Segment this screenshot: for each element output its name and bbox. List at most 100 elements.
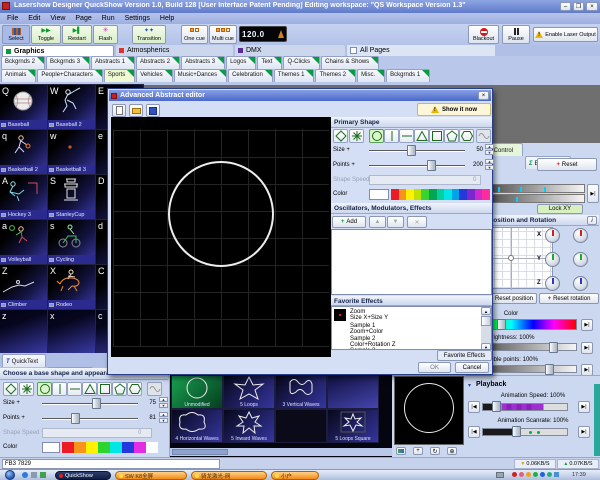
anim-scanrate-slider[interactable]: [482, 428, 568, 436]
cue-cycling[interactable]: s Cycling: [48, 220, 95, 264]
cue-empty[interactable]: x: [48, 310, 95, 354]
menu-edit[interactable]: Edit: [24, 15, 44, 22]
move-up-button[interactable]: ▲: [369, 216, 386, 228]
swatch[interactable]: [62, 442, 74, 453]
cue-volleyball[interactable]: a Volleyball: [0, 220, 47, 264]
dlg-points-track[interactable]: [369, 165, 465, 167]
start-button[interactable]: [5, 470, 15, 480]
knob-x-coarse[interactable]: [545, 228, 560, 243]
quicklaunch-explorer-icon[interactable]: [31, 472, 37, 478]
tab-vehicles[interactable]: Vehicles: [136, 69, 172, 82]
multi-cue-button[interactable]: Multi cue: [209, 25, 237, 44]
dialog-new-button[interactable]: [112, 104, 126, 117]
tab-qclicks[interactable]: Q-Clicks: [283, 56, 320, 69]
color-slider-thumb[interactable]: [497, 319, 506, 330]
qs-points-down[interactable]: ▼: [159, 418, 168, 423]
dlg-shape-triangle[interactable]: [414, 129, 429, 143]
info-button[interactable]: i: [587, 216, 597, 225]
anim-speed-fwd-button[interactable]: ▶|: [578, 401, 590, 413]
swatch[interactable]: [437, 189, 445, 200]
tab-dmx[interactable]: DMX: [235, 45, 345, 56]
knob-z-fine[interactable]: [573, 276, 588, 291]
tab-people-characters[interactable]: People+Characters: [37, 69, 103, 82]
tab-sports[interactable]: Sports: [104, 69, 135, 82]
knob-y-coarse[interactable]: [545, 252, 560, 267]
qs-size-up[interactable]: ▲: [159, 397, 168, 402]
fade-next-button[interactable]: ▶|: [587, 184, 599, 203]
dialog-save-button[interactable]: [146, 104, 160, 117]
shape-star-button[interactable]: [19, 382, 34, 396]
dlg-shape-square[interactable]: [429, 129, 444, 143]
tray-icon[interactable]: [519, 472, 524, 477]
quicklaunch-app-icon[interactable]: [40, 472, 46, 478]
dlg-size-thumb[interactable]: [407, 145, 416, 156]
tray-network-icon[interactable]: [554, 472, 559, 477]
gallery-5-loops-square[interactable]: 5 Loops Square: [328, 410, 378, 442]
swatch[interactable]: [399, 189, 407, 200]
qs-points-track[interactable]: [42, 418, 138, 420]
cue-baseball2[interactable]: W Baseball 2: [48, 85, 95, 129]
knob-z-coarse[interactable]: [545, 276, 560, 291]
tray-icon[interactable]: [547, 472, 552, 477]
delete-effect-button[interactable]: ✕: [407, 216, 427, 228]
add-effect-button[interactable]: +Add: [332, 216, 366, 228]
taskbar-window-1[interactable]: SW K8全屏: [115, 471, 187, 480]
taskbar-quickshow[interactable]: QuickShow: [55, 471, 111, 480]
pad-marker[interactable]: [508, 255, 514, 261]
color-step-button[interactable]: ▶|: [581, 319, 593, 331]
tray-icon[interactable]: [526, 472, 531, 477]
menu-settings[interactable]: Settings: [121, 15, 154, 22]
menu-view[interactable]: View: [46, 15, 69, 22]
dlg-shape-hline[interactable]: [399, 129, 414, 143]
gallery-scrollbar[interactable]: [170, 448, 392, 456]
visible-points-thumb[interactable]: [545, 364, 554, 375]
dlg-points-thumb[interactable]: [427, 160, 436, 171]
close-button[interactable]: ×: [586, 2, 598, 11]
shape-pentagon-button[interactable]: [112, 382, 127, 396]
shape-hexagon-button[interactable]: [127, 382, 142, 396]
qs-points-up[interactable]: ▲: [159, 412, 168, 417]
shape-diamond-button[interactable]: [3, 382, 18, 396]
swatch[interactable]: [421, 189, 429, 200]
swatch[interactable]: [459, 189, 467, 200]
minimize-button[interactable]: –: [560, 2, 571, 11]
dlg-points-up[interactable]: ▲: [485, 159, 494, 164]
anim-scanrate-fwd-button[interactable]: ▶|: [578, 426, 590, 438]
dlg-size-down[interactable]: ▼: [485, 150, 494, 155]
preview-center-button[interactable]: ⊕: [447, 447, 457, 455]
brightness-thumb[interactable]: [549, 342, 558, 353]
blackout-button[interactable]: Blackout: [468, 25, 499, 44]
shape-hline-button[interactable]: [67, 382, 82, 396]
tab-bckgrnds3[interactable]: Bckgrnds 3: [46, 56, 90, 69]
dlg-shape-vline[interactable]: [384, 129, 399, 143]
enable-laser-output-button[interactable]: Enable Laser Output: [533, 27, 598, 42]
favorite-effects-tab[interactable]: Favorite Effects: [437, 350, 492, 361]
transition-button[interactable]: ✦✦ Transition: [132, 25, 166, 44]
swatch[interactable]: [391, 189, 399, 200]
tab-misc[interactable]: Misc.: [357, 69, 385, 82]
swatch[interactable]: [110, 442, 122, 453]
dlg-shape-pentagon[interactable]: [444, 129, 459, 143]
tab-themes1[interactable]: Themes 1: [274, 69, 315, 82]
gallery-empty[interactable]: [276, 410, 326, 442]
cue-stanleycup[interactable]: S StanleyCup: [48, 175, 95, 219]
tray-icon[interactable]: [512, 472, 517, 477]
qs-speed-input[interactable]: [42, 428, 152, 438]
dlg-shape-hexagon[interactable]: [459, 129, 474, 143]
shape-wave-button[interactable]: [147, 382, 162, 396]
reset-button[interactable]: +Reset: [537, 158, 597, 171]
dialog-open-button[interactable]: [129, 104, 143, 117]
preview-rotate-button[interactable]: ↻: [430, 447, 440, 455]
brightness-step-button[interactable]: ▶|: [581, 342, 593, 354]
toggle-button[interactable]: ▶▶ Toggle: [31, 25, 61, 44]
tab-bckgrnds2[interactable]: Bckgrnds 2: [1, 56, 45, 69]
bpm-display[interactable]: 120.0: [239, 26, 287, 42]
anim-scanrate-back-button[interactable]: |◀: [468, 426, 480, 438]
abstract-canvas[interactable]: [111, 117, 331, 357]
menu-file[interactable]: File: [3, 15, 22, 22]
swatch[interactable]: [134, 442, 146, 453]
fav-scrollbar[interactable]: ▲ ▼: [481, 307, 491, 350]
select-button[interactable]: Select: [2, 25, 30, 44]
collapse-icon[interactable]: ▾: [468, 382, 471, 389]
cue-baseball[interactable]: Q Baseball: [0, 85, 47, 129]
